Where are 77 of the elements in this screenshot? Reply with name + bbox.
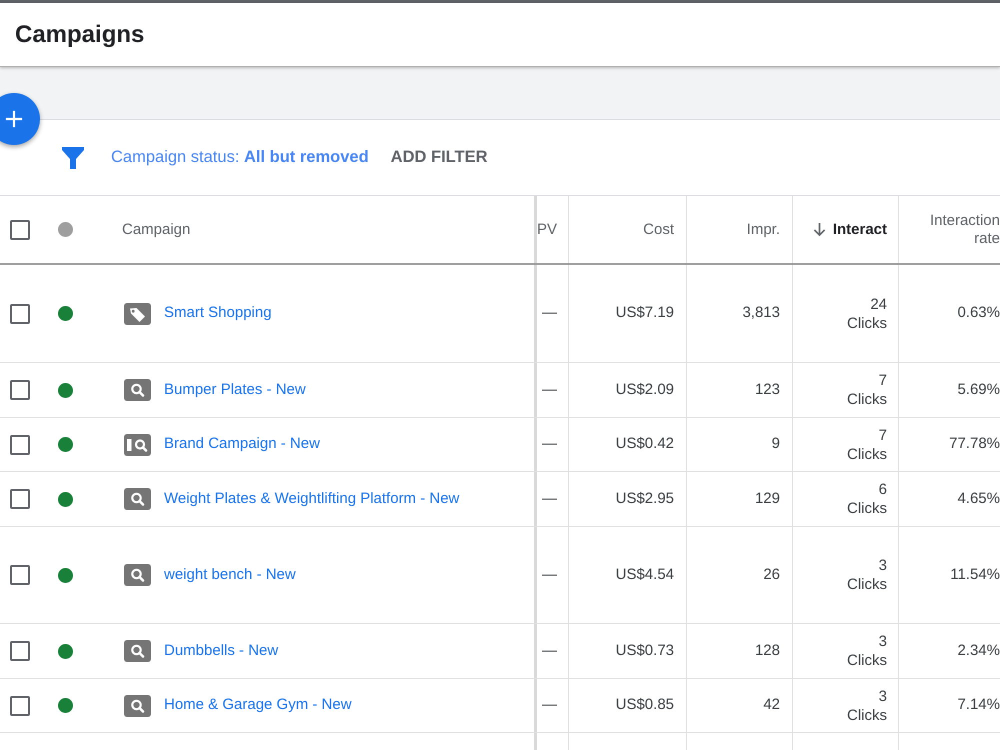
- table-cell-text: 9: [772, 434, 780, 454]
- table-cell: Clicks: [847, 314, 887, 332]
- campaign-link[interactable]: weight bench - New: [164, 564, 296, 586]
- table-cell-text: 7.14%: [957, 695, 1000, 716]
- campaign-link[interactable]: Weight Plates & Weightlifting Platform - New: [164, 488, 460, 510]
- search-icon: [124, 564, 151, 586]
- column-header[interactable]: Impr.: [746, 220, 780, 238]
- table-cell-text: 3,813: [742, 303, 780, 324]
- tag-icon: [124, 302, 151, 324]
- checkbox[interactable]: [10, 434, 30, 454]
- checkbox[interactable]: [10, 380, 30, 400]
- arrow-down-icon: [812, 222, 826, 237]
- table-cell-text: —: [542, 303, 557, 324]
- campaign-link[interactable]: Bumper Plates - New: [164, 378, 306, 402]
- table-cell: 24: [870, 294, 887, 314]
- table-cell-text: —: [542, 695, 557, 716]
- table-cell-text: 42: [763, 695, 780, 716]
- table-cell-text: US$7.19: [616, 303, 674, 324]
- checkbox[interactable]: [10, 304, 30, 324]
- table-cell-text: US$2.95: [616, 488, 674, 509]
- plus-icon: [5, 110, 23, 128]
- table-cell: 3: [878, 632, 887, 651]
- table-cell-text: 4.65%: [957, 488, 1000, 509]
- add-button[interactable]: [0, 93, 40, 145]
- column-header[interactable]: Cost: [643, 220, 674, 238]
- table-cell: Clicks: [847, 444, 887, 464]
- table-cell-text: —: [542, 434, 557, 454]
- table-cell: 6: [878, 480, 887, 499]
- add-filter-button[interactable]: ADD FILTER: [390, 145, 488, 170]
- campaign-link[interactable]: Brand Campaign - New: [164, 433, 320, 456]
- panel-search-icon: [124, 434, 151, 456]
- table-cell: Clicks: [847, 499, 887, 518]
- column-header[interactable]: Campaign: [122, 220, 190, 238]
- campaign-link[interactable]: Dumbbells - New: [164, 640, 278, 662]
- table-cell-text: US$0.73: [616, 640, 674, 661]
- table-cell-text: 0.63%: [957, 303, 1000, 324]
- column-header[interactable]: Interact: [812, 220, 887, 238]
- table-cell-text: —: [542, 380, 557, 400]
- table-cell: Clicks: [847, 575, 887, 594]
- checkbox[interactable]: [10, 696, 30, 716]
- table-cell: 7: [878, 426, 887, 444]
- table-cell-text: 5.69%: [957, 380, 1000, 400]
- table-cell-text: US$0.42: [616, 434, 674, 454]
- column-header[interactable]: Interaction rate: [912, 212, 1000, 248]
- table-cell-text: —: [542, 564, 557, 585]
- filter-icon: [62, 146, 84, 168]
- table-cell-text: 2.34%: [957, 640, 1000, 661]
- table-cell-text: 128: [754, 640, 780, 661]
- filter-chip[interactable]: Campaign status: All but removed: [111, 145, 369, 170]
- checkbox[interactable]: [10, 565, 30, 585]
- checkbox[interactable]: [10, 641, 30, 661]
- page-title: Campaigns: [15, 20, 144, 50]
- search-icon: [124, 379, 151, 401]
- column-header[interactable]: PV: [537, 220, 557, 238]
- table-cell: 3: [878, 556, 887, 575]
- table-cell-text: US$4.54: [616, 564, 674, 585]
- table-cell-text: —: [542, 640, 557, 661]
- campaign-link[interactable]: Home & Garage Gym - New: [164, 694, 352, 717]
- table-cell: 7: [878, 371, 887, 390]
- search-icon: [124, 640, 151, 662]
- table-cell-text: US$2.09: [616, 380, 674, 400]
- checkbox[interactable]: [10, 489, 30, 509]
- table-cell-text: 11.54%: [950, 564, 1000, 585]
- table-cell: Clicks: [847, 651, 887, 670]
- table-cell-text: 123: [754, 380, 780, 400]
- table-cell-text: —: [542, 488, 557, 509]
- search-icon: [124, 488, 151, 510]
- campaign-link[interactable]: Smart Shopping: [164, 302, 272, 325]
- table-cell: Clicks: [847, 706, 887, 724]
- checkbox[interactable]: [10, 220, 30, 240]
- table-cell: Clicks: [847, 390, 887, 409]
- search-icon: [124, 694, 151, 716]
- table-cell-text: 77.78%: [949, 434, 1000, 454]
- table-cell-text: US$0.85: [616, 695, 674, 716]
- table-cell: 3: [878, 686, 887, 706]
- table-cell-text: 26: [763, 564, 780, 585]
- table-cell-text: 129: [754, 488, 780, 509]
